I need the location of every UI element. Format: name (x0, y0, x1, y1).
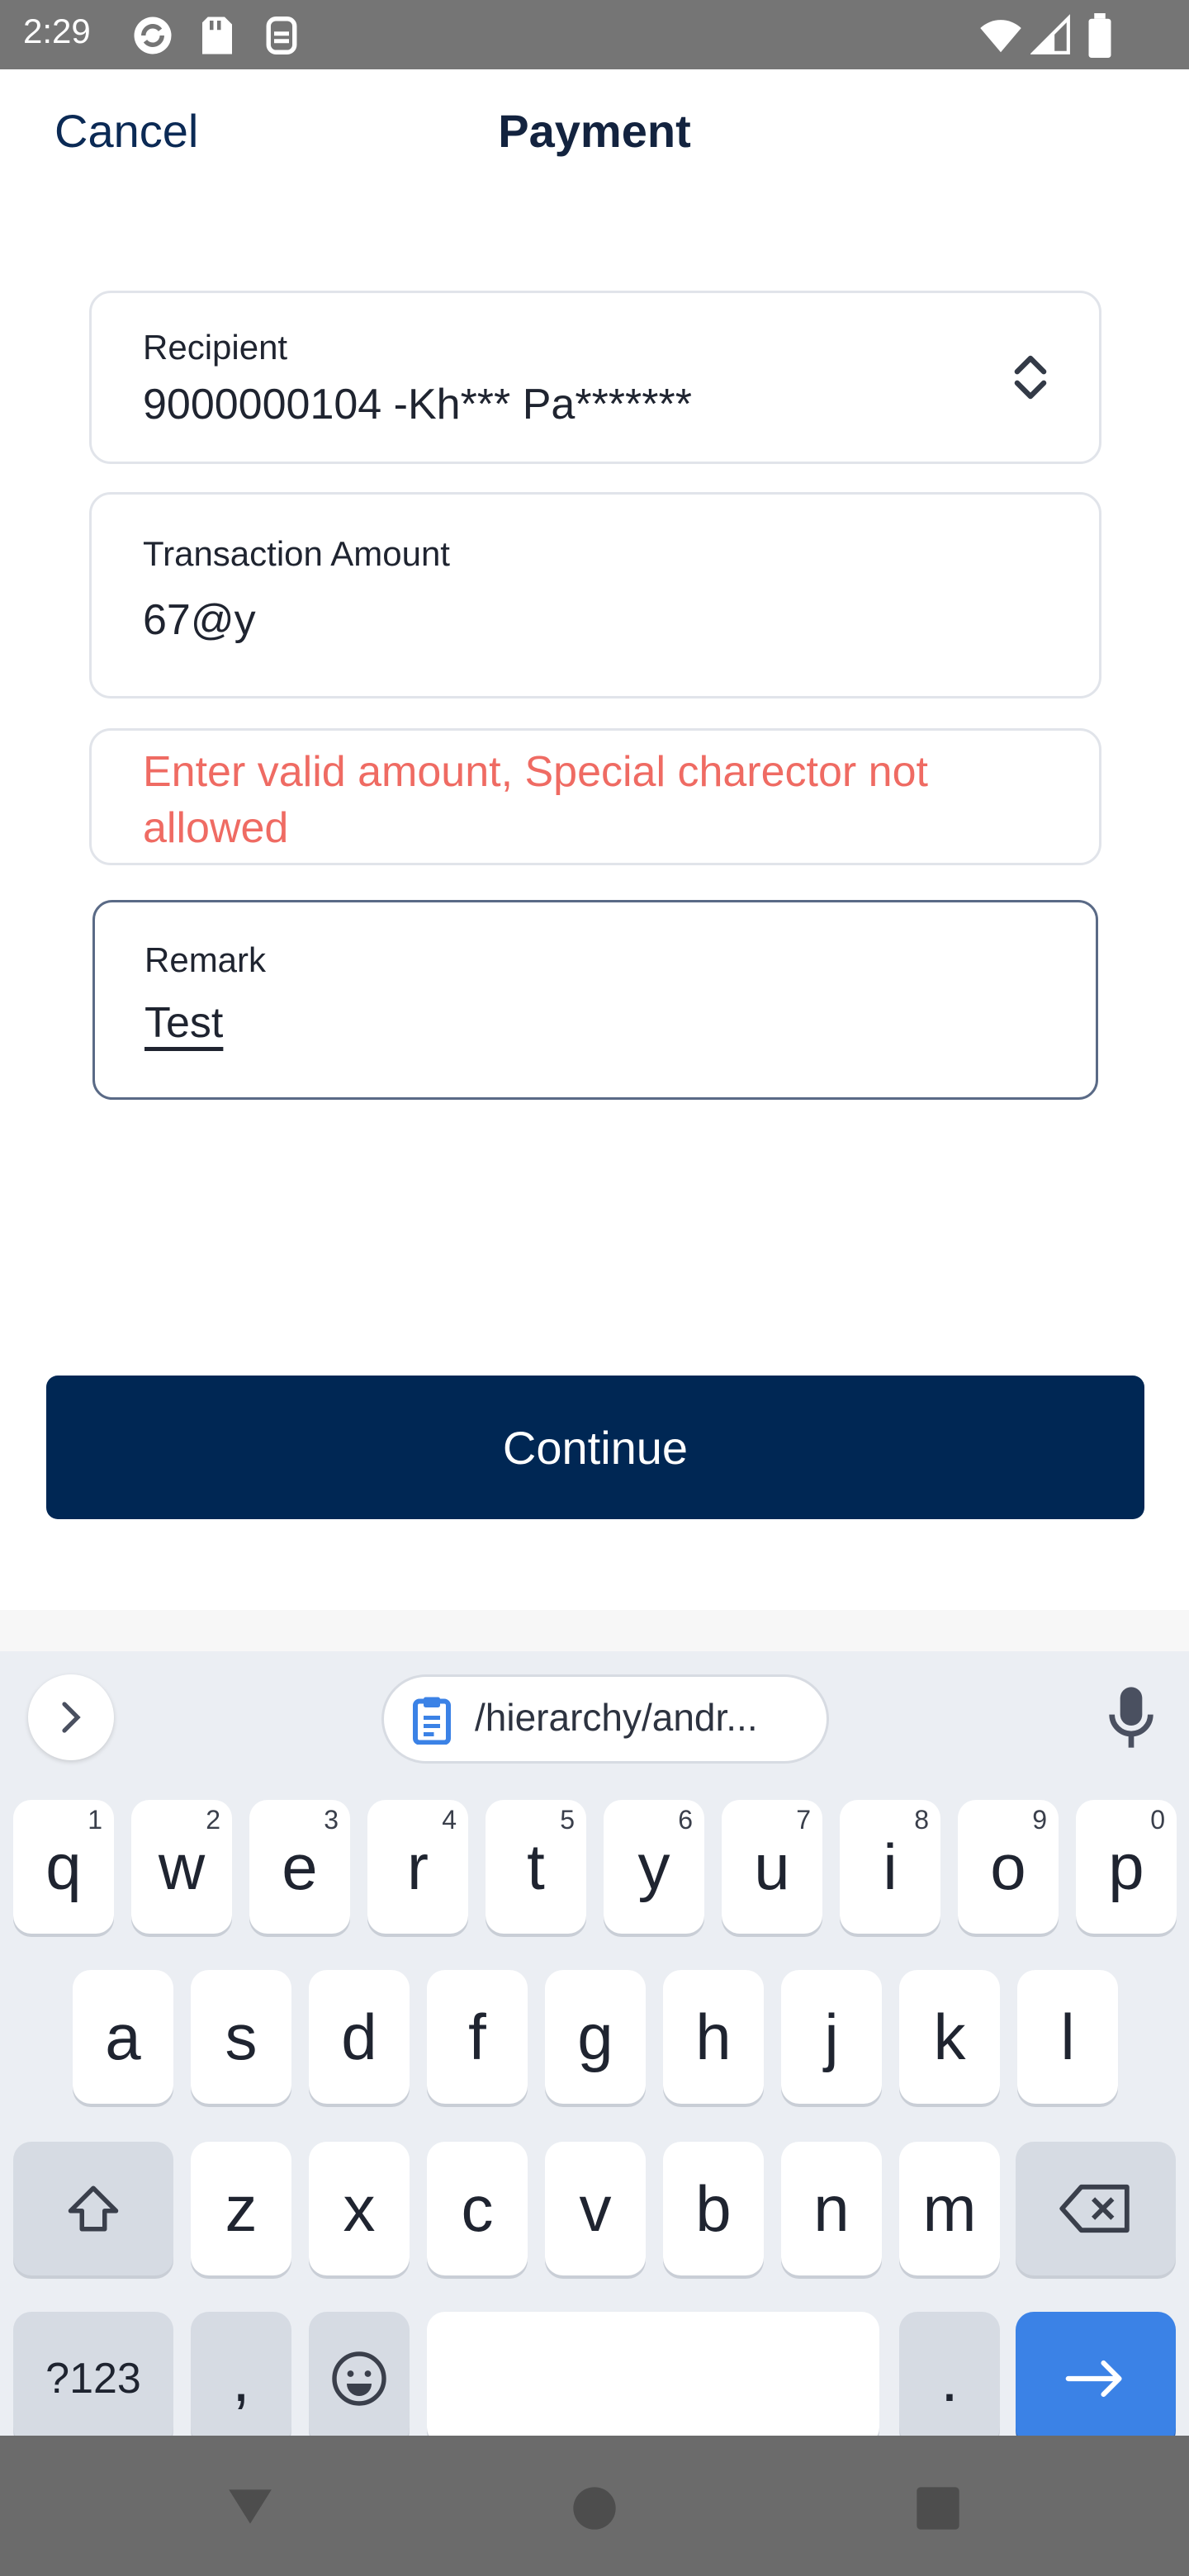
key-w[interactable]: w2 (131, 1800, 232, 1934)
home-icon[interactable] (571, 2485, 618, 2531)
vpn-icon (266, 17, 297, 54)
symbols-key[interactable]: ?123 (13, 2312, 173, 2446)
key-a[interactable]: a (73, 1970, 173, 2104)
key-t[interactable]: t5 (486, 1800, 586, 1934)
arrow-right-icon (1065, 2360, 1122, 2398)
key-l[interactable]: l (1017, 1970, 1118, 2104)
remark-label: Remark (144, 940, 267, 979)
remark-value: Test (144, 999, 224, 1047)
recents-icon[interactable] (915, 2485, 961, 2531)
backspace-key[interactable] (1016, 2142, 1176, 2275)
status-time: 2:29 (23, 12, 91, 50)
key-i[interactable]: i8 (840, 1800, 940, 1934)
remark-field[interactable]: Remark Test (92, 900, 1098, 1100)
key-y[interactable]: y6 (604, 1800, 704, 1934)
continue-button[interactable]: Continue (46, 1376, 1144, 1519)
chevron-up-down-icon (1014, 355, 1047, 400)
shift-icon (68, 2185, 119, 2232)
key-g[interactable]: g (545, 1970, 646, 2104)
key-r[interactable]: r4 (367, 1800, 468, 1934)
key-k[interactable]: k (899, 1970, 1000, 2104)
error-message-box: Enter valid amount, Special charector no… (89, 728, 1101, 865)
transaction-amount-label: Transaction Amount (143, 534, 450, 573)
key-o[interactable]: o9 (958, 1800, 1059, 1934)
backspace-icon (1059, 2184, 1130, 2233)
error-message: Enter valid amount, Special charector no… (143, 748, 928, 852)
chevron-right-icon (62, 1702, 81, 1733)
key-m[interactable]: m (899, 2142, 1000, 2275)
key-q[interactable]: q1 (13, 1800, 114, 1934)
key-v[interactable]: v (545, 2142, 646, 2275)
clipboard-icon (413, 1697, 451, 1745)
key-z[interactable]: z (191, 2142, 291, 2275)
battery-icon (1088, 13, 1111, 58)
key-j[interactable]: j (781, 1970, 882, 2104)
emoji-key[interactable] (309, 2312, 410, 2446)
key-f[interactable]: f (427, 1970, 528, 2104)
back-icon[interactable] (225, 2485, 276, 2528)
transaction-amount-field[interactable]: Transaction Amount 67@y (89, 492, 1101, 698)
keyboard-expand-button[interactable] (28, 1674, 114, 1760)
key-p[interactable]: p0 (1076, 1800, 1177, 1934)
key-u[interactable]: u7 (722, 1800, 822, 1934)
comma-key[interactable]: , (191, 2312, 291, 2446)
key-n[interactable]: n (781, 2142, 882, 2275)
recipient-label: Recipient (143, 328, 288, 367)
cancel-button[interactable]: Cancel (54, 104, 198, 158)
recipient-value: 9000000104 -Kh*** Pa******* (143, 381, 692, 429)
key-c[interactable]: c (427, 2142, 528, 2275)
enter-key[interactable] (1016, 2312, 1176, 2446)
clipboard-text: /hierarchy/andr... (475, 1696, 758, 1739)
sd-card-icon (202, 17, 232, 54)
space-key[interactable] (427, 2312, 879, 2446)
status-bar: 2:29 (0, 0, 1189, 69)
microphone-icon[interactable] (1106, 1684, 1156, 1750)
key-s[interactable]: s (191, 1970, 291, 2104)
period-key[interactable]: . (899, 2312, 1000, 2446)
sync-icon (134, 17, 172, 54)
navigation-bar (0, 2436, 1189, 2576)
key-d[interactable]: d (309, 1970, 410, 2104)
key-h[interactable]: h (663, 1970, 764, 2104)
wifi-icon (980, 20, 1021, 53)
key-b[interactable]: b (663, 2142, 764, 2275)
transaction-amount-value: 67@y (143, 596, 256, 644)
shift-key[interactable] (13, 2142, 173, 2275)
signal-icon (1030, 14, 1070, 54)
clipboard-suggestion-chip[interactable]: /hierarchy/andr... (381, 1674, 829, 1764)
recipient-selector[interactable]: Recipient 9000000104 -Kh*** Pa******* (89, 291, 1101, 464)
keyboard-divider (0, 1610, 1189, 1651)
key-x[interactable]: x (309, 2142, 410, 2275)
key-e[interactable]: e3 (249, 1800, 350, 1934)
emoji-icon (332, 2351, 386, 2406)
